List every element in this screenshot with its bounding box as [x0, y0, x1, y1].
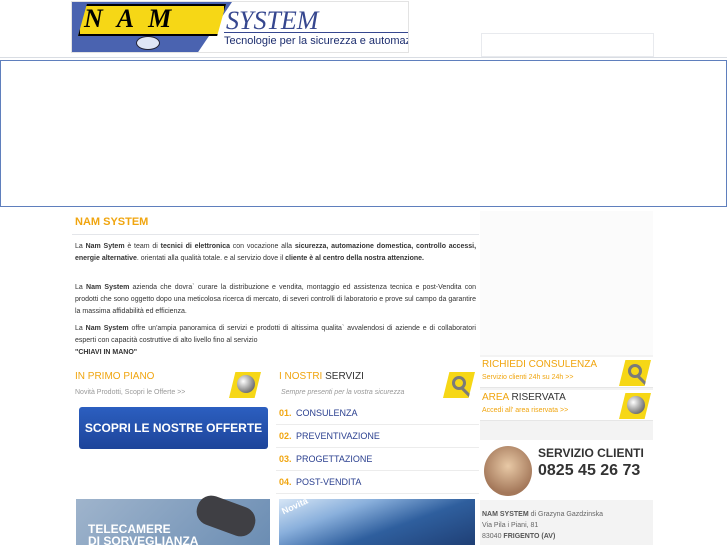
primo-piano-panel: IN PRIMO PIANO Novità Prodotti, Scopri l… — [72, 369, 275, 499]
cctv-title: TELECAMERE DI SORVEGLIANZA — [88, 523, 198, 545]
cctv-promo-image[interactable]: TELECAMERE DI SORVEGLIANZA — [76, 491, 270, 545]
text: . orientati alla qualità totale. e al se… — [136, 255, 286, 262]
servizi-title-a: I NOSTRI — [279, 371, 323, 382]
text: azienda che dovra` curare la distribuzio… — [75, 284, 476, 315]
text-bold: Nam Sytem — [85, 243, 125, 250]
consulenza-link[interactable]: Servizio clienti 24h su 24h >> — [482, 374, 573, 381]
servizi-subtitle: Sempre presenti per la vostra sicurezza — [281, 389, 405, 396]
header-empty-box — [481, 33, 654, 57]
camera-icon — [192, 491, 260, 541]
area-title-a: AREA — [482, 392, 509, 403]
operator-headset-icon — [484, 446, 532, 496]
intro-paragraph-3: La Nam System offre un'ampia panoramica … — [75, 323, 476, 359]
servizi-panel: I NOSTRI SERVIZI Sempre presenti per la … — [276, 369, 479, 499]
primo-piano-title-b: PIANO — [123, 371, 155, 382]
primo-piano-title: IN PRIMO PIANO — [75, 371, 154, 382]
text-bold: cliente è al centro della nostra attenzi… — [285, 255, 424, 262]
service-label[interactable]: POST-VENDITA — [296, 477, 361, 487]
intro-section: NAM SYSTEM La Nam Sytem è team di tecnic… — [72, 211, 479, 361]
globe-icon — [229, 372, 261, 398]
service-label[interactable]: PROGETTAZIONE — [296, 454, 372, 464]
contact-company: NAM SYSTEM di Grazyna Gazdzinska — [482, 511, 603, 518]
logo-emblem-icon — [136, 36, 160, 50]
banner-area — [0, 60, 727, 207]
cctv-line-2: DI SORVEGLIANZA — [88, 534, 199, 545]
contact-company-name: NAM SYSTEM — [482, 511, 529, 518]
servizi-title: I NOSTRI SERVIZI — [279, 371, 364, 382]
solar-new-label: Novità — [280, 495, 310, 517]
servizi-title-b: SERVIZI — [325, 371, 364, 382]
text-bold: Nam System — [85, 325, 129, 332]
consulenza-title: RICHIEDI CONSULENZA — [482, 359, 598, 370]
sidebar-consulenza[interactable]: RICHIEDI CONSULENZA Servizio clienti 24h… — [480, 357, 653, 388]
contact-street: Via Pila i Piani, 81 — [482, 522, 539, 529]
page-title: NAM SYSTEM — [75, 216, 149, 228]
site-logo[interactable]: NAM SYSTEM Tecnologie per la sicurezza e… — [71, 1, 409, 53]
area-title-b: RISERVATA — [511, 392, 566, 403]
service-label[interactable]: CONSULENZA — [296, 408, 358, 418]
key-icon — [443, 372, 475, 398]
intro-paragraph-2: La Nam System azienda che dovra` curare … — [75, 282, 476, 318]
area-title: AREA RISERVATA — [482, 392, 566, 403]
text-bold: "CHIAVI IN MANO" — [75, 349, 138, 356]
text: La — [75, 284, 87, 291]
text: con vocazione alla — [230, 243, 295, 250]
offers-button[interactable]: SCOPRI LE NOSTRE OFFERTE — [79, 407, 268, 449]
logo-tagline: Tecnologie per la sicurezza e automazion… — [224, 35, 409, 47]
sidebar: RICHIEDI CONSULENZA Servizio clienti 24h… — [480, 211, 653, 545]
service-item-post-vendita[interactable]: 04. POST-VENDITA — [276, 472, 479, 494]
service-item-preventivazione[interactable]: 02. PREVENTIVAZIONE — [276, 426, 479, 448]
intro-paragraph-1: La Nam Sytem è team di tecnici di elettr… — [75, 241, 476, 265]
logo-underline — [224, 32, 408, 33]
text: offre un'ampia panoramica di servizi e p… — [75, 325, 476, 344]
text: La — [75, 243, 86, 250]
service-number: 04. — [279, 477, 292, 487]
sidebar-blank — [480, 211, 653, 355]
service-number: 03. — [279, 454, 292, 464]
primo-piano-title-a: IN PRIMO — [75, 371, 121, 382]
text: è team di — [124, 243, 161, 250]
customer-service-banner[interactable]: SERVIZIO CLIENTI 0825 45 26 73 — [480, 440, 653, 500]
support-phone: 0825 45 26 73 — [538, 462, 641, 479]
text-bold: tecnici di elettronica — [160, 243, 230, 250]
contact-owner: di Grazyna Gazdzinska — [528, 511, 603, 518]
service-number: 01. — [279, 408, 292, 418]
title-divider — [72, 234, 479, 235]
key-icon — [619, 360, 651, 386]
solar-promo-image[interactable]: Novità — [279, 495, 475, 545]
service-label[interactable]: PREVENTIVAZIONE — [296, 431, 380, 441]
contact-city: 83040 FRIGENTO (AV) — [482, 533, 555, 540]
page-header: NAM SYSTEM Tecnologie per la sicurezza e… — [0, 0, 727, 58]
service-item-consulenza[interactable]: 01. CONSULENZA — [276, 403, 479, 425]
contact-zip: 83040 — [482, 533, 504, 540]
contact-city-name: FRIGENTO (AV) — [503, 533, 556, 540]
globe-icon — [619, 393, 651, 419]
support-title: SERVIZIO CLIENTI — [538, 446, 644, 460]
sidebar-area-riservata[interactable]: AREA RISERVATA Accedi all' area riservat… — [480, 390, 653, 421]
text-bold: Nam System — [86, 284, 130, 291]
service-number: 02. — [279, 431, 292, 441]
logo-brand-left: NAM — [84, 4, 186, 33]
area-link[interactable]: Accedi all' area riservata >> — [482, 407, 568, 414]
service-item-progettazione[interactable]: 03. PROGETTAZIONE — [276, 449, 479, 471]
text: La — [75, 325, 86, 332]
primo-piano-link[interactable]: Novità Prodotti, Scopri le Offerte >> — [75, 389, 185, 396]
